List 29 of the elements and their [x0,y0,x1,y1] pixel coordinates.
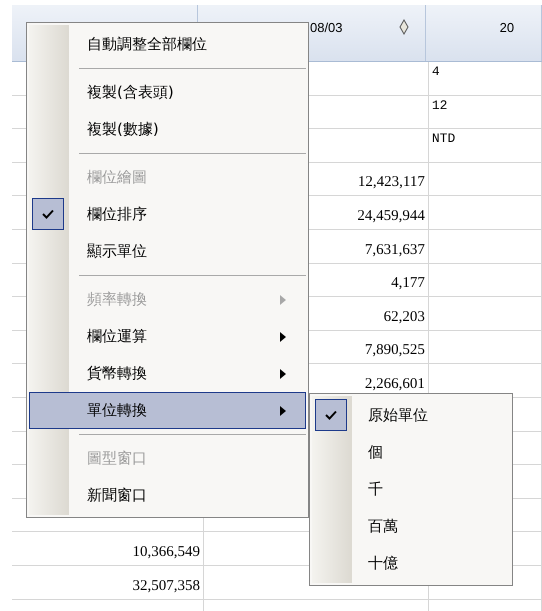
menu-item[interactable]: 貨幣轉換 [29,355,306,392]
table-cell: 10,366,549 [132,544,200,561]
table-cell: 2,266,601 [364,376,425,393]
table-cell: 24,459,944 [357,208,425,225]
menu-item[interactable]: 原始單位 [312,397,510,434]
column-header[interactable]: 20 [426,5,542,61]
menu-item[interactable]: 十億 [312,545,510,582]
table-cell: 7,890,525 [364,342,425,360]
menu-item[interactable]: 千 [312,471,510,508]
menu-item[interactable]: 複製(數據) [29,111,306,148]
menu-item[interactable]: 單位轉換 [29,392,306,429]
table-cell: NTD [432,131,456,146]
menu-item[interactable]: 百萬 [312,508,510,545]
menu-item[interactable]: 顯示單位 [29,233,306,270]
table-cell: 12,423,117 [358,174,425,192]
table-cell: 12 [432,98,448,113]
menu-item[interactable]: 欄位運算 [29,318,306,355]
menu-item[interactable]: 個 [312,434,510,471]
menu-item[interactable]: 新聞窗口 [29,477,306,514]
table-cell: 32,507,358 [132,578,200,594]
table-cell: 4,177 [391,275,425,292]
table-cell: 4 [432,64,440,79]
column-header-label: 08/03 [310,20,343,34]
menu-item[interactable]: 複製(含表頭) [29,74,306,111]
menu-item[interactable]: 欄位排序 [29,196,306,233]
column-header-label: 20 [500,20,514,34]
sort-icon[interactable] [398,19,409,35]
table-cell: 7,631,637 [364,242,425,259]
table-cell: 62,203 [384,308,425,326]
